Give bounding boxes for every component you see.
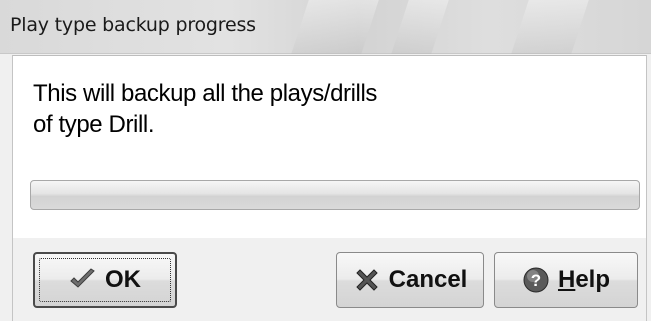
title-bar-glare [291, 0, 379, 54]
title-bar[interactable]: Play type backup progress [0, 0, 651, 54]
svg-text:?: ? [531, 271, 541, 290]
button-row: OK Cancel ? Help [12, 238, 647, 321]
content-panel: This will backup all the plays/drills of… [12, 55, 647, 238]
question-icon: ? [522, 266, 550, 294]
cancel-button[interactable]: Cancel [336, 252, 484, 308]
title-bar-glare [511, 0, 589, 54]
window-title: Play type backup progress [10, 14, 256, 36]
title-bar-glare [391, 0, 449, 54]
checkmark-icon [69, 266, 97, 294]
backup-progress-dialog: Play type backup progress This will back… [0, 0, 651, 321]
progress-bar [30, 180, 640, 210]
help-button[interactable]: ? Help [494, 252, 638, 308]
help-label-rest: elp [575, 266, 611, 293]
x-icon [353, 266, 381, 294]
ok-button-label: OK [105, 266, 141, 293]
help-button-label: Help [558, 266, 610, 294]
message-line-1: This will backup all the plays/drills [33, 80, 378, 107]
message-line-2: of type Drill. [33, 111, 155, 138]
ok-button[interactable]: OK [33, 252, 177, 308]
message-text: This will backup all the plays/drills of… [33, 78, 377, 140]
help-mnemonic: H [557, 266, 576, 293]
cancel-button-label: Cancel [388, 266, 468, 293]
